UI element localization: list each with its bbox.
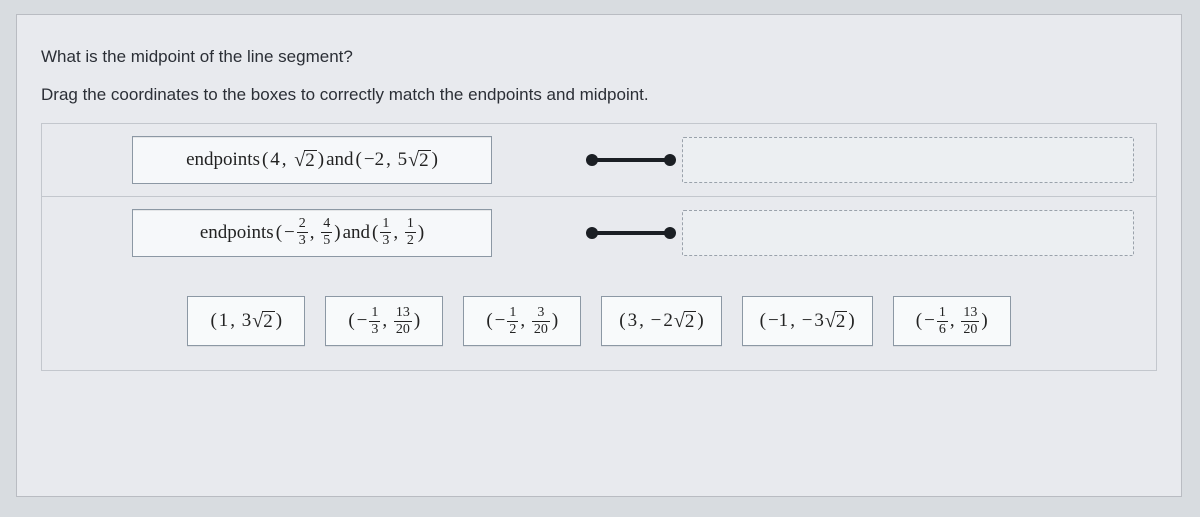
drop-slot-1[interactable]	[682, 137, 1134, 183]
connector-1	[586, 154, 676, 166]
answer-tile-5[interactable]: ( −1 , − 3√2 )	[742, 296, 873, 346]
connector-2	[586, 227, 676, 239]
row1-p1-y-sqrt: √2	[292, 150, 316, 171]
question-area: What is the midpoint of the line segment…	[17, 15, 1181, 387]
row2-p2-x-frac: 1 3	[380, 217, 391, 248]
row2-joiner: and	[343, 222, 370, 244]
question-text-1: What is the midpoint of the line segment…	[41, 47, 1157, 67]
row2-p2-y-frac: 1 2	[405, 217, 416, 248]
row1-prefix: endpoints	[186, 149, 260, 171]
match-zone: endpoints ( 4 , √2 ) and ( −2 ,	[41, 123, 1157, 371]
answer-tile-3[interactable]: ( − 12 , 320 )	[463, 296, 581, 346]
endpoints-label-1: endpoints ( 4 , √2 ) and ( −2 ,	[132, 136, 492, 184]
row2-p1-y-frac: 4 5	[321, 217, 332, 248]
connector-dot-icon	[664, 227, 676, 239]
drop-slot-2[interactable]	[682, 210, 1134, 256]
answer-tile-2[interactable]: ( − 13 , 1320 )	[325, 296, 443, 346]
connector-dot-icon	[664, 154, 676, 166]
answer-tile-4[interactable]: ( 3 , − 2√2 )	[601, 296, 721, 346]
row2-p1-x-frac: 2 3	[297, 217, 308, 248]
question-frame: What is the midpoint of the line segment…	[16, 14, 1182, 497]
answer-tile-1[interactable]: ( 1 , 3√2 )	[187, 296, 305, 346]
question-text-2: Drag the coordinates to the boxes to cor…	[41, 85, 1157, 105]
connector-bar-icon	[592, 231, 670, 235]
row1-joiner: and	[326, 149, 353, 171]
row1-p1-x: 4	[270, 149, 280, 171]
match-row-1: endpoints ( 4 , √2 ) and ( −2 ,	[42, 124, 1156, 196]
row1-p2-y-sqrt: 5 √2	[397, 149, 431, 171]
match-row-2: endpoints ( − 2 3 , 4 5 ) and	[42, 196, 1156, 268]
endpoints-label-2: endpoints ( − 2 3 , 4 5 ) and	[132, 209, 492, 257]
row1-p2-x: −2	[364, 149, 384, 171]
answer-tile-6[interactable]: ( − 16 , 1320 )	[893, 296, 1011, 346]
tiles-row: ( 1 , 3√2 ) ( − 13 , 1320 )	[42, 268, 1156, 370]
row2-prefix: endpoints	[200, 222, 274, 244]
connector-bar-icon	[592, 158, 670, 162]
